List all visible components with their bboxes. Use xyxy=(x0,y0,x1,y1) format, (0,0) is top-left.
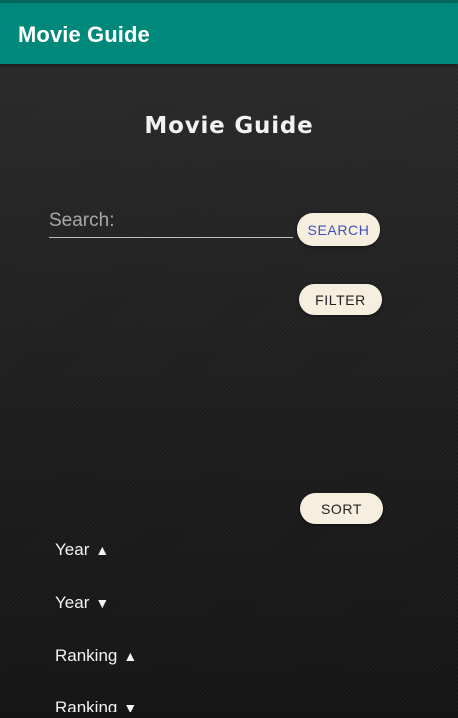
sort-option-year-desc[interactable]: Year ▼ xyxy=(55,593,109,613)
search-input[interactable] xyxy=(49,208,293,238)
arrow-down-icon: ▼ xyxy=(95,595,110,611)
app-screen: Movie Guide Movie Guide SEARCH FILTER SO… xyxy=(0,0,458,718)
arrow-up-icon: ▲ xyxy=(95,542,110,558)
filter-button[interactable]: FILTER xyxy=(299,284,382,315)
sort-option-year-asc[interactable]: Year ▲ xyxy=(55,540,109,560)
sort-option-ranking-asc[interactable]: Ranking ▲ xyxy=(55,646,137,666)
sort-option-label: Year xyxy=(55,593,90,612)
sort-option-label: Ranking xyxy=(55,646,118,665)
bottom-edge xyxy=(0,712,458,718)
app-bar: Movie Guide xyxy=(0,3,458,64)
sort-option-label: Year xyxy=(55,540,90,559)
sort-button[interactable]: SORT xyxy=(300,493,383,524)
search-button[interactable]: SEARCH xyxy=(297,213,380,246)
app-bar-title: Movie Guide xyxy=(18,22,150,47)
page-title: Movie Guide xyxy=(144,113,314,139)
arrow-up-icon: ▲ xyxy=(123,648,138,664)
